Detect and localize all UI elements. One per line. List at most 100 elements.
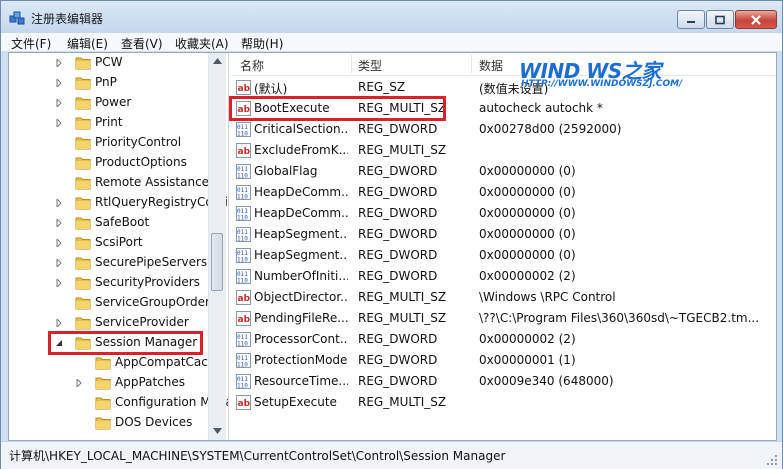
registry-value-row[interactable]: ab ExcludeFromK... REG_MULTI_SZ xyxy=(231,140,776,161)
column-divider[interactable] xyxy=(471,55,472,73)
collapsed-arrow-icon[interactable] xyxy=(75,379,83,387)
tree-scroll-thumb[interactable] xyxy=(211,233,223,291)
minimize-icon xyxy=(687,20,695,23)
value-name: ExcludeFromK... xyxy=(254,143,348,157)
value-type: REG_SZ xyxy=(358,80,406,94)
svg-text:110: 110 xyxy=(237,278,248,285)
status-bar: 计算机\HKEY_LOCAL_MACHINE\SYSTEM\CurrentCon… xyxy=(1,441,782,469)
registry-value-row[interactable]: 011 110 HeapSegment... REG_DWORD 0x00000000 … xyxy=(231,224,776,245)
menu-favorites[interactable]: 收藏夹(A) xyxy=(175,35,229,52)
binary-value-icon: 011110 xyxy=(236,122,251,137)
folder-icon xyxy=(75,277,91,290)
value-data: 0x00000002 (2) xyxy=(479,332,576,346)
menu-edit[interactable]: 编辑(E) xyxy=(67,35,108,52)
svg-text:110: 110 xyxy=(237,131,248,138)
folder-icon xyxy=(75,297,91,310)
registry-value-row[interactable]: ab SetupExecute REG_MULTI_SZ xyxy=(231,392,776,413)
collapsed-arrow-icon[interactable] xyxy=(55,279,63,287)
registry-value-row[interactable]: 011 110 CriticalSection... REG_DWORD 0x00278… xyxy=(231,119,776,140)
value-type: REG_DWORD xyxy=(358,164,438,178)
value-data: 0x00278d00 (2592000) xyxy=(479,122,622,136)
value-type: REG_DWORD xyxy=(358,332,438,346)
tree-item[interactable]: Power xyxy=(9,93,209,113)
value-name: ObjectDirector... xyxy=(254,290,348,304)
resize-grip-icon[interactable] xyxy=(766,454,778,466)
collapsed-arrow-icon[interactable] xyxy=(55,219,63,227)
tree-item[interactable]: ServiceGroupOrder xyxy=(9,293,210,313)
folder-icon xyxy=(75,97,91,110)
collapsed-arrow-icon[interactable] xyxy=(55,79,63,87)
maximize-button[interactable] xyxy=(706,10,734,29)
registry-value-row[interactable]: 011 110 ResourceTime... REG_DWORD 0x0009e340… xyxy=(231,371,776,392)
tree-item[interactable]: Print xyxy=(9,113,209,133)
value-data: 0x00000000 (0) xyxy=(479,227,576,241)
string-value-icon: ab xyxy=(236,80,251,95)
collapsed-arrow-icon[interactable] xyxy=(55,99,63,107)
tree-item[interactable]: AppCompatCache xyxy=(9,353,223,373)
value-type: REG_MULTI_SZ xyxy=(358,290,447,304)
collapsed-arrow-icon[interactable] xyxy=(55,239,63,247)
folder-icon xyxy=(75,217,91,230)
value-type: REG_DWORD xyxy=(358,206,438,220)
value-type: REG_DWORD xyxy=(358,227,438,241)
tree-item[interactable]: SafeBoot xyxy=(9,213,209,233)
folder-icon xyxy=(75,137,91,150)
tree-item-label: ServiceGroupOrder xyxy=(95,295,210,309)
tree-item[interactable]: RtlQueryRegistryConfig xyxy=(9,193,228,213)
collapsed-arrow-icon[interactable] xyxy=(55,199,63,207)
tree-item[interactable]: PriorityControl xyxy=(9,133,209,153)
registry-value-row[interactable]: 011 110 HeapDeComm... REG_DWORD 0x00000000 (… xyxy=(231,182,776,203)
menu-view[interactable]: 查看(V) xyxy=(121,35,163,52)
folder-icon xyxy=(75,257,91,270)
scroll-down-icon[interactable] xyxy=(213,428,222,434)
column-divider[interactable] xyxy=(351,55,352,73)
column-type-header[interactable]: 类型 xyxy=(358,57,382,74)
tree-item[interactable]: ScsiPort xyxy=(9,233,209,253)
tree-item[interactable]: Configuration Manager xyxy=(9,393,228,413)
scroll-up-icon[interactable] xyxy=(213,58,222,64)
tree-item-label: ScsiPort xyxy=(95,235,143,249)
tree-item[interactable]: SecurePipeServers xyxy=(9,253,209,273)
collapsed-arrow-icon[interactable] xyxy=(55,59,63,67)
registry-value-row[interactable]: 011 110 HeapDeComm... REG_DWORD 0x00000000 (… xyxy=(231,203,776,224)
collapsed-arrow-icon[interactable] xyxy=(55,119,63,127)
tree-scrollbar[interactable] xyxy=(208,53,226,440)
tree-item[interactable]: SecurityProviders xyxy=(9,273,209,293)
registry-value-row[interactable]: 011 110 GlobalFlag REG_DWORD 0x00000000 (0) xyxy=(231,161,776,182)
tree-item-label: Power xyxy=(95,95,132,109)
svg-text:110: 110 xyxy=(237,362,248,369)
tree-item[interactable]: ServiceProvider xyxy=(9,313,209,333)
collapsed-arrow-icon[interactable] xyxy=(55,259,63,267)
minimize-button[interactable] xyxy=(677,10,705,29)
tree-item-label: SecurityProviders xyxy=(95,275,200,289)
registry-value-row[interactable]: 011 110 HeapSegment... REG_DWORD 0x00000000 … xyxy=(231,245,776,266)
registry-value-row[interactable]: ab ObjectDirector... REG_MULTI_SZ \Windows … xyxy=(231,287,776,308)
tree-item-label: PnP xyxy=(95,75,117,89)
registry-value-row[interactable]: 011 110 NumberOfIniti... REG_DWORD 0x0000000… xyxy=(231,266,776,287)
registry-value-row[interactable]: 011 110 ProtectionMode REG_DWORD 0x00000001 … xyxy=(231,350,776,371)
close-button[interactable] xyxy=(735,10,777,29)
tree-item[interactable]: ProductOptions xyxy=(9,153,209,173)
svg-text:110: 110 xyxy=(237,215,248,222)
tree-item[interactable]: DOS Devices xyxy=(9,413,209,433)
status-path: 计算机\HKEY_LOCAL_MACHINE\SYSTEM\CurrentCon… xyxy=(9,449,506,463)
registry-value-row[interactable]: ab PendingFileRe... REG_MULTI_SZ \??\C:\Pro… xyxy=(231,308,776,329)
menu-file[interactable]: 文件(F) xyxy=(11,35,51,52)
tree-item[interactable]: Remote Assistance xyxy=(9,173,209,193)
registry-value-row[interactable]: ab (默认) REG_SZ (数值未设置) xyxy=(231,77,776,98)
value-data: 0x00000000 (0) xyxy=(479,164,576,178)
tree-item-label: AppPatches xyxy=(115,375,186,389)
title-bar[interactable]: 注册表编辑器 xyxy=(1,1,782,34)
registry-value-row[interactable]: 011 110 ProcessorCont... REG_DWORD 0x0000000… xyxy=(231,329,776,350)
column-name-header[interactable]: 名称 xyxy=(240,57,264,74)
tree-item[interactable]: PCW xyxy=(9,53,209,73)
collapsed-arrow-icon[interactable] xyxy=(55,319,63,327)
value-data: 0x00000000 (0) xyxy=(479,206,576,220)
menu-help[interactable]: 帮助(H) xyxy=(241,35,283,52)
tree-item-label: ServiceProvider xyxy=(95,315,189,329)
column-data-header[interactable]: 数据 xyxy=(479,57,503,74)
tree-item[interactable]: PnP xyxy=(9,73,209,93)
tree-item[interactable]: AppPatches xyxy=(9,373,209,393)
folder-icon xyxy=(75,117,91,130)
svg-text:ab: ab xyxy=(238,84,251,94)
